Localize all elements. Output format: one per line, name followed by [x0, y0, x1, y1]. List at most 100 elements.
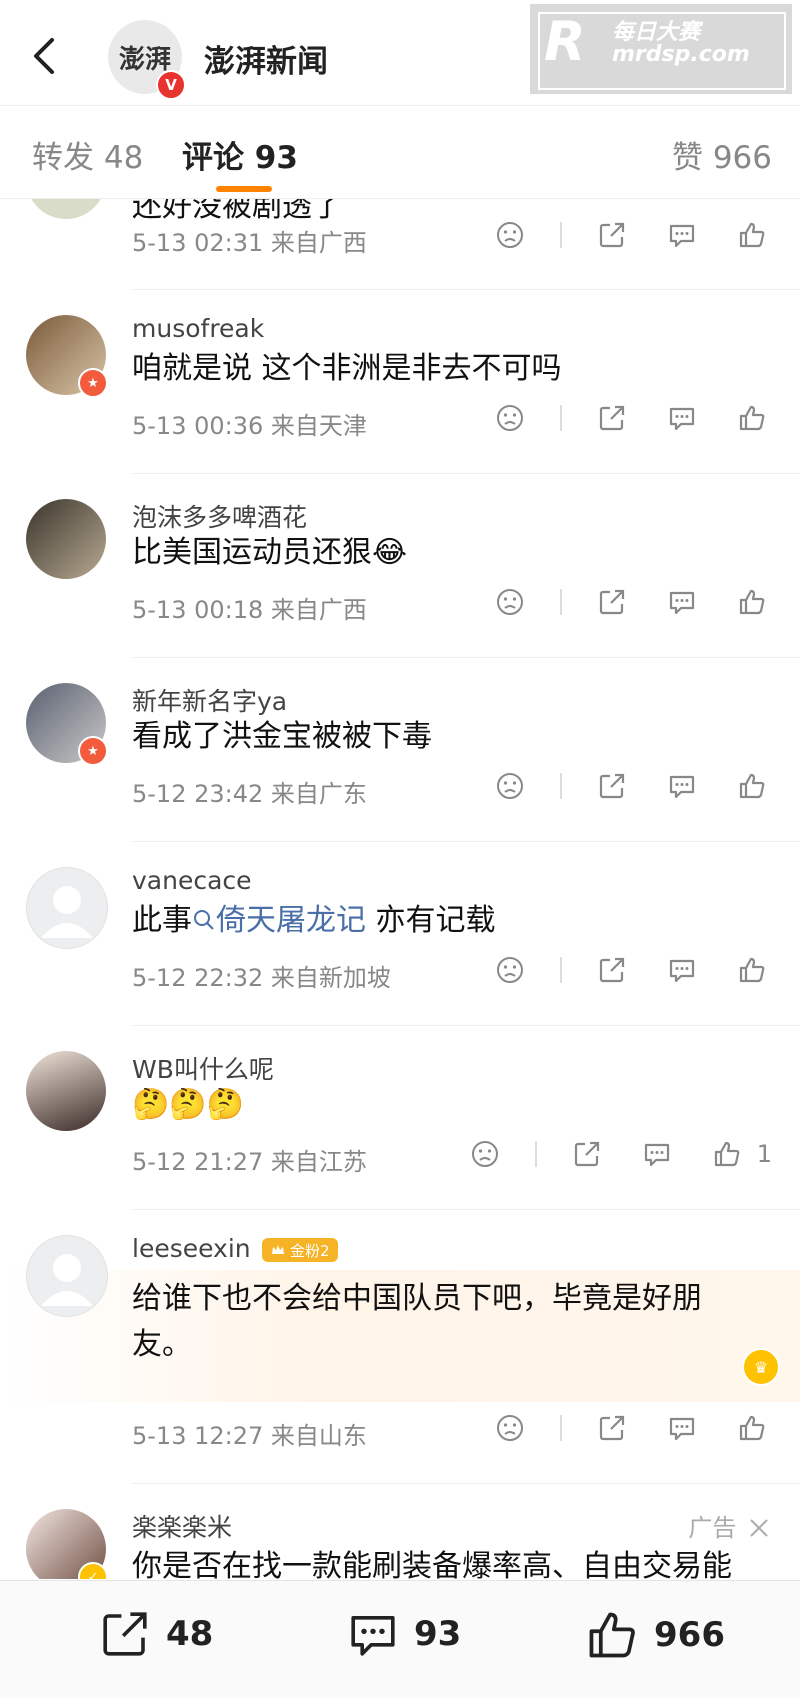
- share-icon[interactable]: [592, 582, 632, 622]
- comment-text: 还好没被剧透了: [132, 199, 342, 224]
- like-count: 1: [756, 1140, 772, 1168]
- like-icon: [589, 1612, 635, 1658]
- comment-date: 5-13 02:31: [132, 229, 264, 257]
- share-icon[interactable]: [592, 1408, 632, 1448]
- user-avatar[interactable]: [26, 199, 106, 219]
- app-header: 澎湃 V 澎湃新闻 R 每日大赛 mrdsp.com: [0, 0, 800, 106]
- reply-icon[interactable]: [637, 1134, 677, 1174]
- reply-icon[interactable]: [662, 215, 702, 255]
- watermark-logo: R: [544, 10, 586, 73]
- comment-location: 来自新加坡: [270, 964, 391, 992]
- divider: [132, 1209, 800, 1210]
- comment-count: 93: [414, 1614, 462, 1654]
- comment-date: 5-12 22:32: [132, 964, 264, 992]
- action-divider: [560, 589, 562, 615]
- comment-date: 5-13 00:18: [132, 596, 264, 624]
- comment-username[interactable]: 楽楽楽米: [132, 1508, 232, 1544]
- dislike-icon[interactable]: [490, 398, 530, 438]
- reply-icon[interactable]: [662, 582, 702, 622]
- reply-icon[interactable]: [662, 1408, 702, 1448]
- active-tab-indicator: [216, 186, 272, 192]
- dislike-icon[interactable]: [490, 766, 530, 806]
- comment-location: 来自天津: [270, 412, 367, 440]
- comment-date: 5-13 12:27: [132, 1422, 264, 1450]
- repost-count: 48: [166, 1614, 214, 1654]
- like-icon[interactable]: [732, 398, 772, 438]
- divider: [132, 657, 800, 658]
- comment-meta: 5-12 21:27 来自江苏: [132, 1142, 367, 1177]
- back-arrow-icon[interactable]: [28, 36, 60, 76]
- comment-actions: [460, 950, 772, 990]
- comment-date: 5-13 00:36: [132, 412, 264, 440]
- like-icon[interactable]: [707, 1134, 747, 1174]
- divider: [132, 1483, 800, 1484]
- comment-actions: [460, 215, 772, 255]
- share-icon[interactable]: [592, 766, 632, 806]
- like-count: 966: [654, 1615, 725, 1655]
- comment-location: 来自广西: [270, 229, 367, 257]
- tab-comments[interactable]: 评论 93: [182, 132, 298, 177]
- reply-icon[interactable]: [662, 950, 702, 990]
- like-icon[interactable]: [732, 1408, 772, 1448]
- tab-reposts[interactable]: 转发 48: [32, 132, 143, 177]
- comment-date: 5-12 21:27: [132, 1148, 264, 1176]
- reply-icon[interactable]: [662, 766, 702, 806]
- action-divider: [560, 405, 562, 431]
- user-avatar[interactable]: [26, 867, 108, 949]
- like-icon[interactable]: [732, 766, 772, 806]
- user-avatar[interactable]: [26, 499, 106, 579]
- action-divider: [560, 773, 562, 799]
- share-icon[interactable]: [567, 1134, 607, 1174]
- action-divider: [560, 222, 562, 248]
- comment-text: 🤔🤔🤔: [132, 1087, 245, 1122]
- comment-button[interactable]: 93: [346, 1607, 461, 1661]
- user-avatar[interactable]: [26, 1235, 108, 1317]
- comment-text-part: 此事: [132, 903, 192, 938]
- like-button[interactable]: 966: [584, 1607, 725, 1663]
- search-link[interactable]: 倚天屠龙记: [192, 903, 366, 938]
- share-icon: [103, 1612, 147, 1656]
- comment-meta: 5-13 00:18 来自广西: [132, 590, 367, 625]
- comment-text: 比美国运动员还狠😂: [132, 535, 408, 570]
- comment-username[interactable]: leeseexin: [132, 1234, 251, 1263]
- share-icon[interactable]: [592, 398, 632, 438]
- comment-location: 来自广西: [270, 596, 367, 624]
- like-icon[interactable]: [732, 582, 772, 622]
- tab-likes[interactable]: 赞 966: [672, 132, 772, 177]
- comment-username[interactable]: 新年新名字ya: [132, 682, 287, 718]
- comment-username[interactable]: WB叫什么呢: [132, 1050, 274, 1086]
- like-icon[interactable]: [732, 215, 772, 255]
- ad-label[interactable]: 广告: [688, 1508, 770, 1543]
- share-icon[interactable]: [592, 950, 632, 990]
- user-avatar[interactable]: [26, 1051, 106, 1131]
- verified-badge-icon: V: [156, 70, 186, 100]
- dislike-icon[interactable]: [490, 1408, 530, 1448]
- comment-date: 5-12 23:42: [132, 780, 264, 808]
- comment-location: 来自山东: [270, 1422, 367, 1450]
- close-icon[interactable]: [748, 1517, 770, 1539]
- comment-actions: [460, 398, 772, 438]
- comment-meta: 5-13 02:31 来自广西: [132, 223, 367, 258]
- comment-text-line: 友。: [132, 1327, 192, 1362]
- page-title[interactable]: 澎湃新闻: [204, 36, 328, 81]
- dislike-icon[interactable]: [490, 215, 530, 255]
- repost-button[interactable]: 48: [98, 1607, 213, 1661]
- dislike-icon[interactable]: [490, 582, 530, 622]
- share-icon[interactable]: [592, 215, 632, 255]
- reply-icon[interactable]: [662, 398, 702, 438]
- comment-list[interactable]: 还好没被剧透了 5-13 02:31 来自广西 ★ musofreak 咱就是说…: [0, 199, 800, 1579]
- comment-username[interactable]: 泡沫多多啤酒花: [132, 498, 307, 534]
- comment-username[interactable]: musofreak: [132, 314, 264, 343]
- comment-username[interactable]: vanecace: [132, 866, 252, 895]
- fan-badge[interactable]: 金粉2: [262, 1238, 338, 1262]
- like-icon[interactable]: [732, 950, 772, 990]
- divider: [132, 473, 800, 474]
- action-divider: [534, 1141, 537, 1167]
- tab-bar: 转发 48 评论 93 赞 966: [0, 106, 800, 199]
- dislike-icon[interactable]: [490, 950, 530, 990]
- vip-badge-icon: ★: [78, 736, 108, 766]
- comment-actions: [460, 1408, 772, 1448]
- divider: [132, 289, 800, 290]
- fan-badge-label: 金粉2: [290, 1241, 330, 1260]
- dislike-icon[interactable]: [465, 1134, 505, 1174]
